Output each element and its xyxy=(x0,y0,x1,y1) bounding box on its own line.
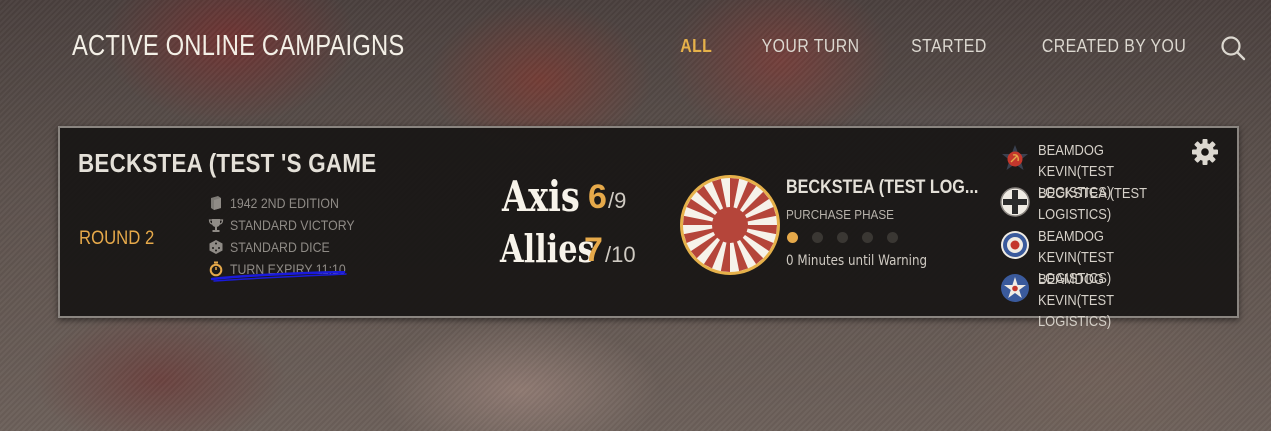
setting-edition: 1942 2ND EDITION xyxy=(208,192,372,214)
warning-timer: 0 Minutes until Warning xyxy=(786,253,928,269)
axis-label: Axis xyxy=(502,172,580,221)
german-cross-icon xyxy=(1000,187,1030,217)
player-row: BEAMDOG KEVIN(TEST LOGISTICS) xyxy=(1000,269,1188,330)
page-title: ACTIVE ONLINE CAMPAIGNS xyxy=(72,30,405,62)
setting-victory: STANDARD VICTORY xyxy=(208,214,372,236)
tab-all[interactable]: ALL xyxy=(681,36,713,57)
annotation-underline xyxy=(210,271,347,282)
tab-created-by-you[interactable]: CREATED BY YOU xyxy=(1042,36,1186,57)
setting-dice: STANDARD DICE xyxy=(208,236,372,258)
book-icon xyxy=(211,196,221,210)
player-row: BEAMDOG KEVIN(TEST LOGISTICS) xyxy=(1000,140,1188,201)
player-name: BEAMDOG KEVIN(TEST LOGISTICS) xyxy=(1038,271,1114,330)
axis-score: 6 xyxy=(588,178,607,216)
soviet-star-icon xyxy=(1002,145,1028,170)
player-list: BEAMDOG KEVIN(TEST LOGISTICS) BECKSTEA (… xyxy=(1000,140,1188,330)
uk-roundel-icon xyxy=(1001,231,1029,259)
search-icon[interactable] xyxy=(1220,35,1246,61)
setting-victory-label: STANDARD VICTORY xyxy=(230,217,355,233)
filter-tabs: ALL YOUR TURN STARTED CREATED BY YOU xyxy=(678,36,1196,57)
current-player-name: BECKSTEA (TEST LOG... xyxy=(786,177,979,198)
setting-edition-label: 1942 2ND EDITION xyxy=(230,195,339,211)
phase-dot xyxy=(862,232,873,243)
player-name: BECKSTEA (TEST LOGISTICS) xyxy=(1038,185,1147,223)
phase-dot xyxy=(837,232,848,243)
japan-rising-sun-icon xyxy=(680,175,780,275)
setting-dice-label: STANDARD DICE xyxy=(230,239,330,255)
round-label: ROUND 2 xyxy=(79,228,155,249)
player-row: BEAMDOG KEVIN(TEST LOGISTICS) xyxy=(1000,226,1188,287)
phase-progress xyxy=(787,232,898,243)
current-phase: PURCHASE PHASE xyxy=(786,207,894,222)
gear-icon[interactable] xyxy=(1191,138,1219,166)
player-row: BECKSTEA (TEST LOGISTICS) xyxy=(1000,183,1188,226)
allies-label: Allies xyxy=(500,226,595,271)
campaign-title: BECKSTEA (TEST 'S GAME xyxy=(78,148,377,178)
tab-your-turn[interactable]: YOUR TURN xyxy=(762,36,860,57)
trophy-icon xyxy=(208,219,224,232)
phase-dot xyxy=(887,232,898,243)
allies-total: /10 xyxy=(605,242,636,267)
game-settings-list: 1942 2ND EDITION STANDARD VICTORY STANDA… xyxy=(208,192,372,280)
phase-dot xyxy=(787,232,798,243)
us-star-roundel-icon xyxy=(1001,274,1029,302)
tab-started[interactable]: STARTED xyxy=(911,36,987,57)
phase-dot xyxy=(812,232,823,243)
axis-total: /9 xyxy=(608,188,627,213)
campaign-card[interactable]: BECKSTEA (TEST 'S GAME ROUND 2 1942 2ND … xyxy=(58,126,1239,330)
dice-icon xyxy=(209,240,223,254)
allies-score: 7 xyxy=(584,231,603,269)
